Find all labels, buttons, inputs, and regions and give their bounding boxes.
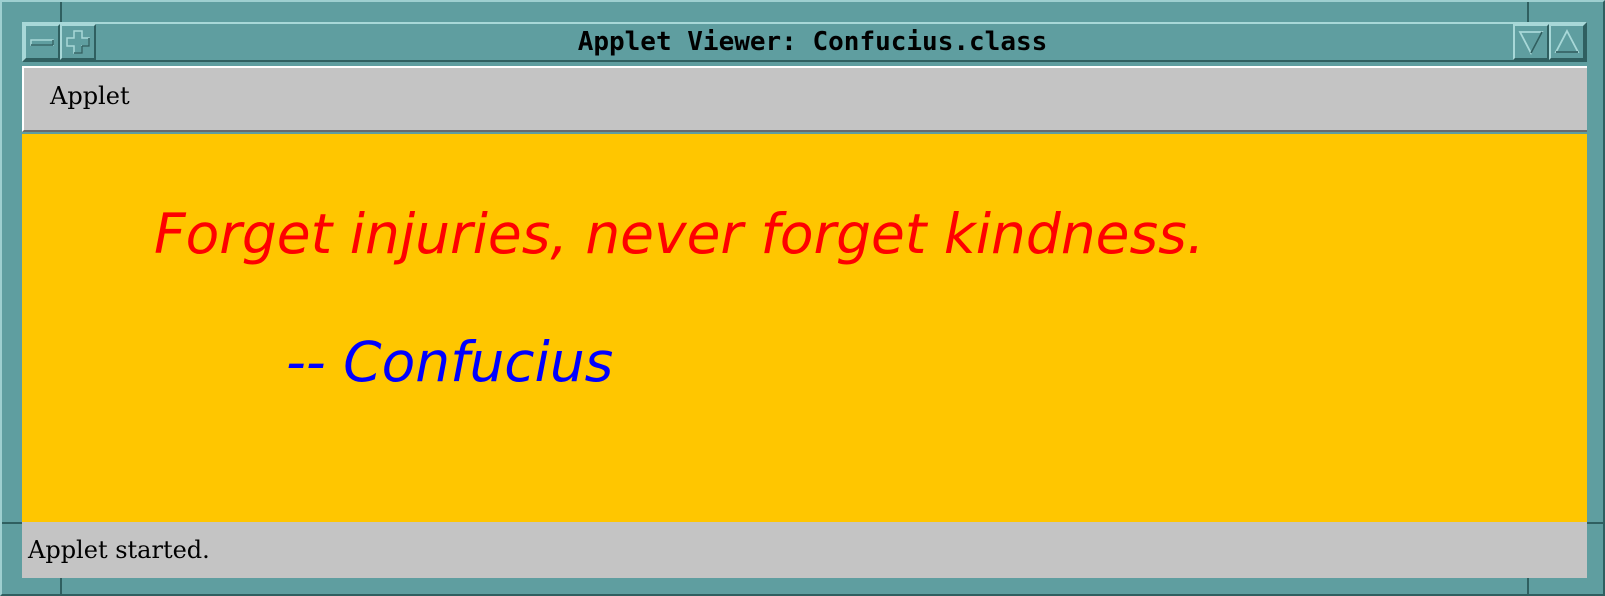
frame-resize-handle[interactable] [1587,522,1605,524]
applet-canvas: Forget injuries, never forget kindness. … [22,134,1587,522]
status-text: Applet started. [28,536,210,564]
frame-resize-handle[interactable] [1527,578,1529,596]
quote-text: Forget injuries, never forget kindness. [154,202,1205,266]
up-triangle-icon [1554,29,1580,53]
applet-viewer-window: Applet Viewer: Confucius.class Applet Fo… [0,0,1605,596]
author-text: -- Confucius [286,330,614,394]
frame-resize-handle[interactable] [1527,2,1529,22]
maximize-button[interactable] [1549,24,1585,60]
menu-applet[interactable]: Applet [50,82,130,110]
plus-icon [66,30,90,54]
menu-bar: Applet [22,66,1587,132]
frame-resize-handle[interactable] [2,522,22,524]
window-menu-button[interactable] [24,24,60,60]
frame-resize-handle[interactable] [60,578,62,596]
frame-resize-handle[interactable] [60,2,62,22]
down-triangle-icon [1518,31,1544,55]
window-title: Applet Viewer: Confucius.class [577,27,1048,57]
minimize-bar-icon [30,39,54,46]
window-shade-button[interactable] [60,24,96,60]
status-bar: Applet started. [22,522,1587,578]
minimize-button[interactable] [1513,24,1549,60]
